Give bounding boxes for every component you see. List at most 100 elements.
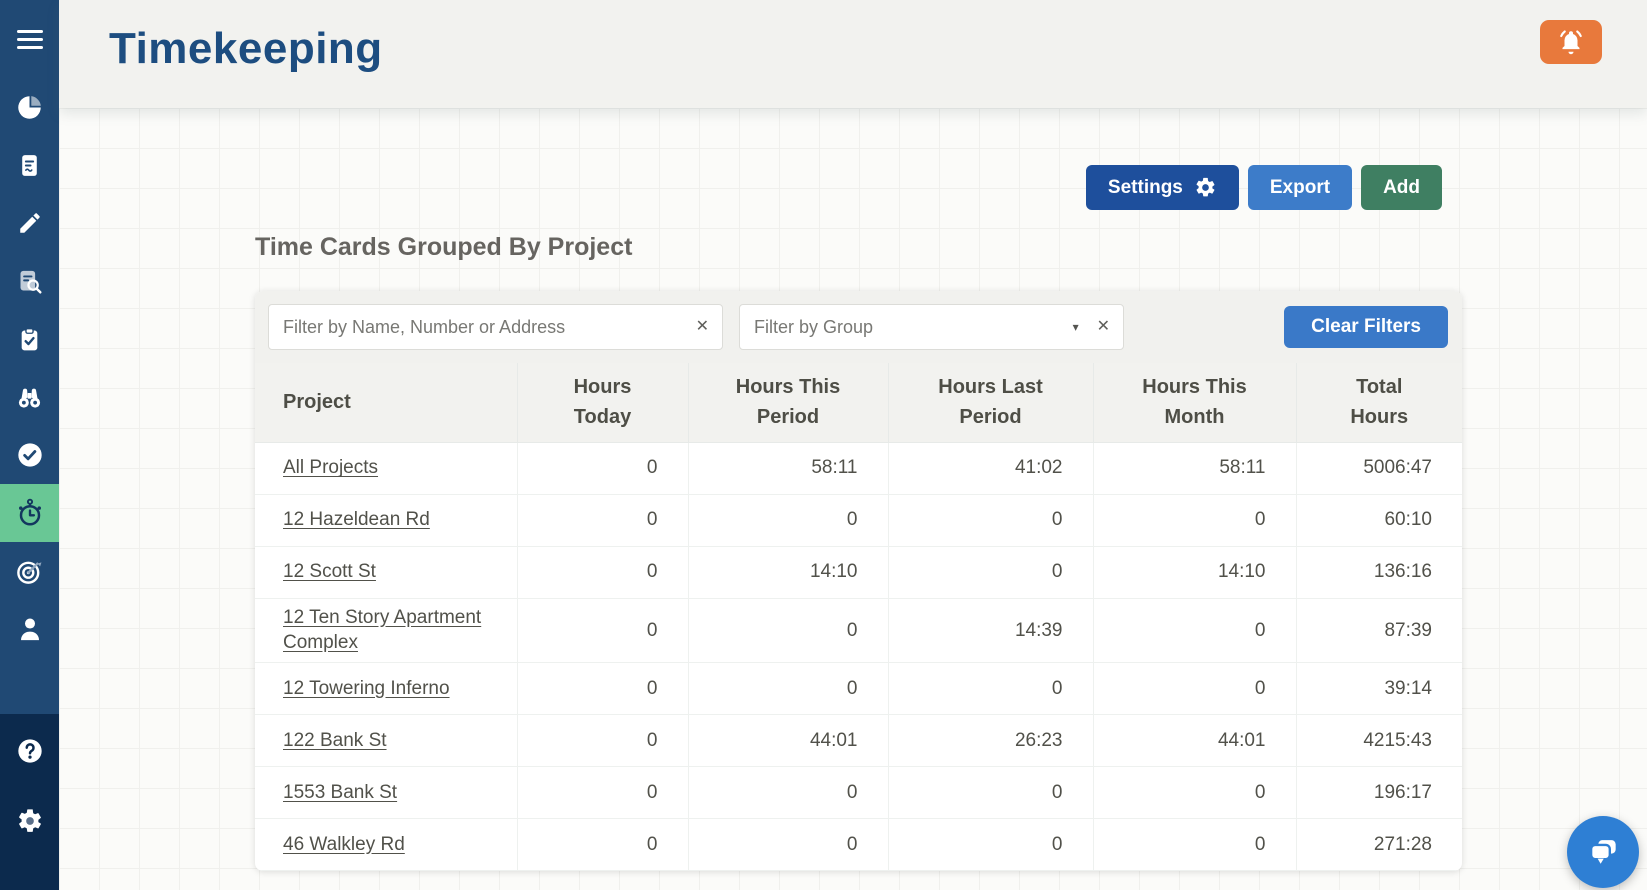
hours-last-period-cell: 26:23 xyxy=(887,714,1094,768)
export-button[interactable]: Export xyxy=(1247,165,1353,210)
hours-this-period-cell: 0 xyxy=(687,597,889,664)
hours-this-month-cell: 0 xyxy=(1092,493,1297,547)
sidebar-item-documents[interactable] xyxy=(0,136,59,194)
hours-this-month-cell: 58:11 xyxy=(1092,442,1297,495)
project-cell: 122 Bank St xyxy=(255,714,518,768)
hours-today-cell: 0 xyxy=(516,493,689,547)
hamburger-icon xyxy=(16,29,43,49)
table-row: 12 Ten Story Apartment Complex 0 0 14:39… xyxy=(255,597,1462,664)
clear-filters-button[interactable]: Clear Filters xyxy=(1284,306,1448,348)
column-header-hours-this-month: Hours This Month xyxy=(1092,363,1297,443)
hours-this-period-cell: 0 xyxy=(687,818,889,872)
settings-button-label: Settings xyxy=(1107,176,1183,198)
project-cell: 46 Walkley Rd xyxy=(255,818,518,872)
hours-this-month-cell: 14:10 xyxy=(1092,545,1297,599)
sidebar-item-document-search[interactable] xyxy=(0,252,59,310)
person-icon xyxy=(20,618,39,641)
sidebar-item-help[interactable] xyxy=(0,722,59,780)
sidebar-item-dashboard[interactable] xyxy=(0,78,59,136)
chevron-down-icon[interactable]: ▾ xyxy=(1073,321,1079,333)
hours-this-period-cell: 0 xyxy=(687,493,889,547)
column-header-hours-last-period: Hours Last Period xyxy=(887,363,1094,443)
project-link[interactable]: 122 Bank St xyxy=(283,730,387,751)
settings-button[interactable]: Settings xyxy=(1085,165,1239,210)
check-circle-icon xyxy=(17,443,42,467)
sidebar-item-timekeeping[interactable] xyxy=(0,484,59,542)
sidebar-item-lookup[interactable] xyxy=(0,368,59,426)
project-link[interactable]: 12 Towering Inferno xyxy=(283,678,450,699)
time-cards-panel: ✕ ▾ ✕ Clear Filters xyxy=(255,291,1462,872)
add-button[interactable]: Add xyxy=(1361,165,1442,210)
sidebar-item-edit[interactable] xyxy=(0,194,59,252)
hours-last-period-cell: 41:02 xyxy=(887,442,1094,495)
top-bar: Timekeeping xyxy=(59,0,1647,108)
pie-chart-icon xyxy=(18,95,41,119)
target-icon xyxy=(17,561,42,584)
project-cell: 12 Towering Inferno xyxy=(255,662,518,716)
project-link[interactable]: 12 Scott St xyxy=(283,561,376,582)
document-search-icon xyxy=(20,270,42,294)
clear-group-filter-icon[interactable]: ✕ xyxy=(1097,319,1110,335)
stopwatch-icon xyxy=(18,498,41,526)
total-hours-cell: 87:39 xyxy=(1295,597,1462,664)
hours-this-period-cell: 58:11 xyxy=(687,442,889,495)
time-cards-table: Project Hours Today Hours This Period Hour… xyxy=(255,363,1462,872)
clipboard-check-icon xyxy=(21,327,38,350)
hours-this-month-cell: 0 xyxy=(1092,662,1297,716)
sidebar-item-people[interactable] xyxy=(0,600,59,658)
table-row: 46 Walkley Rd 0 0 0 0 271:28 xyxy=(255,818,1462,872)
sidebar-bottom-section xyxy=(0,714,59,890)
sidebar-item-goals[interactable] xyxy=(0,542,59,600)
table-header-row: Project Hours Today Hours This Period Hour… xyxy=(255,363,1462,443)
gear-icon xyxy=(18,809,41,832)
sidebar xyxy=(0,0,59,890)
total-hours-cell: 5006:47 xyxy=(1295,442,1462,495)
hours-today-cell: 0 xyxy=(516,597,689,664)
hours-today-cell: 0 xyxy=(516,442,689,495)
filter-bar: ✕ ▾ ✕ Clear Filters xyxy=(255,291,1462,363)
project-cell: 12 Ten Story Apartment Complex xyxy=(255,597,518,664)
bell-icon xyxy=(1560,30,1582,55)
table-row: 12 Scott St 0 14:10 0 14:10 136:16 xyxy=(255,545,1462,599)
project-cell: All Projects xyxy=(255,442,518,495)
hours-today-cell: 0 xyxy=(516,766,689,820)
hours-this-month-cell: 44:01 xyxy=(1092,714,1297,768)
table-row: 122 Bank St 0 44:01 26:23 44:01 4215:43 xyxy=(255,714,1462,768)
hours-this-period-cell: 0 xyxy=(687,766,889,820)
sidebar-item-settings[interactable] xyxy=(0,792,59,850)
clear-name-filter-icon[interactable]: ✕ xyxy=(696,319,709,335)
group-filter-input[interactable] xyxy=(754,316,1069,338)
notifications-button[interactable] xyxy=(1540,20,1602,64)
app-title: Timekeeping xyxy=(109,24,383,73)
hours-last-period-cell: 0 xyxy=(887,545,1094,599)
binoculars-icon xyxy=(18,388,41,408)
project-link[interactable]: 1553 Bank St xyxy=(283,782,397,803)
chat-widget-button[interactable] xyxy=(1567,816,1639,888)
name-filter-input[interactable] xyxy=(283,316,688,338)
total-hours-cell: 136:16 xyxy=(1295,545,1462,599)
chat-bubbles-icon xyxy=(1589,840,1616,864)
total-hours-cell: 60:10 xyxy=(1295,493,1462,547)
help-icon xyxy=(17,739,42,763)
hours-today-cell: 0 xyxy=(516,662,689,716)
project-link[interactable]: 12 Ten Story Apartment Complex xyxy=(283,607,481,654)
page-title: Time Cards Grouped By Project xyxy=(255,233,633,261)
project-cell: 12 Scott St xyxy=(255,545,518,599)
project-link[interactable]: 46 Walkley Rd xyxy=(283,834,405,855)
hours-this-period-cell: 14:10 xyxy=(687,545,889,599)
total-hours-cell: 196:17 xyxy=(1295,766,1462,820)
column-header-hours-this-period: Hours This Period xyxy=(687,363,889,443)
table-row: 1553 Bank St 0 0 0 0 196:17 xyxy=(255,766,1462,820)
hours-last-period-cell: 0 xyxy=(887,766,1094,820)
hours-today-cell: 0 xyxy=(516,545,689,599)
project-link[interactable]: All Projects xyxy=(283,457,378,478)
column-header-project: Project xyxy=(255,363,518,443)
name-filter-wrap: ✕ xyxy=(268,304,723,350)
sidebar-item-tasks[interactable] xyxy=(0,310,59,368)
hours-this-period-cell: 0 xyxy=(687,662,889,716)
hours-today-cell: 0 xyxy=(516,714,689,768)
menu-toggle-button[interactable] xyxy=(0,0,59,78)
project-link[interactable]: 12 Hazeldean Rd xyxy=(283,509,430,530)
project-cell: 12 Hazeldean Rd xyxy=(255,493,518,547)
sidebar-item-approvals[interactable] xyxy=(0,426,59,484)
